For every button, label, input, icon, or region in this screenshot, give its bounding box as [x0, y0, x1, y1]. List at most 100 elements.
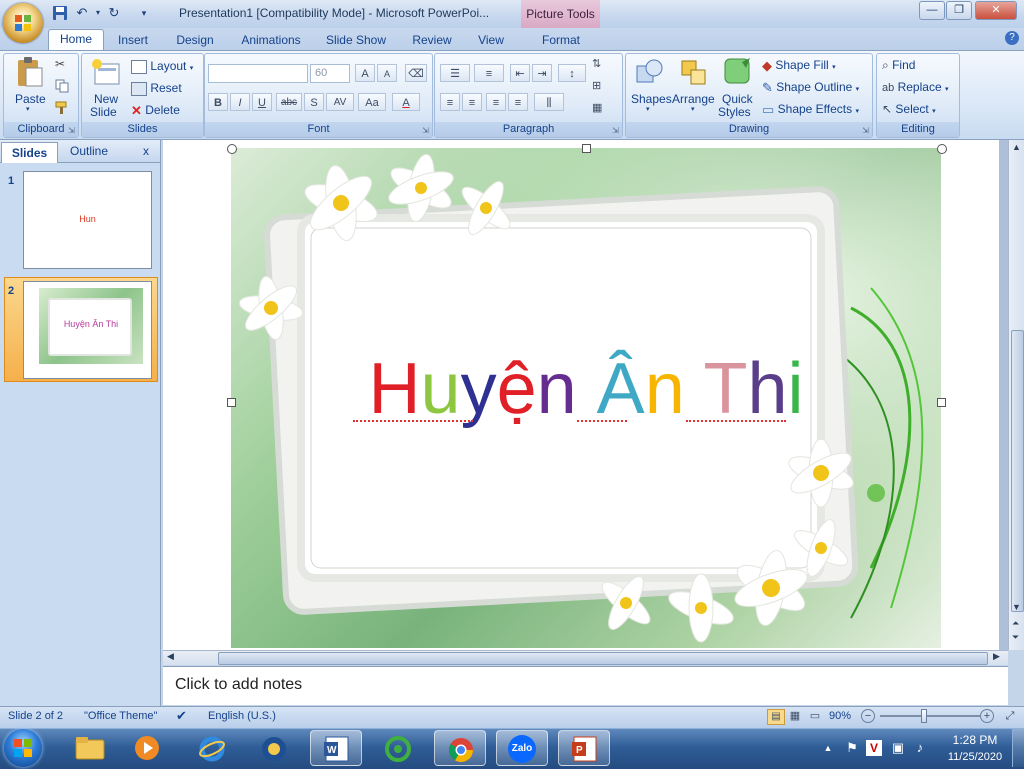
font-color-button[interactable]: A: [392, 93, 420, 111]
select-button[interactable]: ↖ Select ▾: [882, 99, 954, 119]
next-slide-icon[interactable]: ⏷: [1012, 632, 1019, 643]
align-right-icon[interactable]: ≡: [486, 93, 506, 111]
slide-thumbnail-2[interactable]: Huyện Ân Thi: [23, 281, 152, 379]
bullets-icon[interactable]: ☰: [440, 64, 470, 82]
tab-insert[interactable]: Insert: [110, 31, 156, 50]
dialog-launcher-icon[interactable]: ⇲: [67, 126, 76, 135]
dialog-launcher-icon[interactable]: ⇲: [861, 126, 870, 135]
show-desktop-button[interactable]: [1012, 729, 1024, 767]
zoom-slider-thumb[interactable]: [921, 709, 928, 723]
strikethrough-button[interactable]: abc: [276, 93, 302, 111]
scroll-thumb[interactable]: [1011, 330, 1024, 612]
undo-dropdown-icon[interactable]: ▾: [90, 5, 106, 21]
resize-handle[interactable]: [937, 398, 946, 407]
network-icon[interactable]: ▣: [890, 740, 906, 756]
coccoc-taskbar-button[interactable]: [372, 730, 424, 766]
resize-handle[interactable]: [227, 144, 237, 154]
scroll-up-icon[interactable]: ▲: [1012, 142, 1021, 152]
paste-button[interactable]: Paste ▾: [12, 56, 48, 113]
shape-effects-button[interactable]: ▭ Shape Effects ▾: [762, 99, 870, 119]
spell-check-icon[interactable]: ✔: [176, 708, 187, 724]
delete-button[interactable]: ✕ Delete: [131, 100, 199, 120]
explorer-taskbar-button[interactable]: [64, 730, 116, 766]
smartart-icon[interactable]: ▦: [592, 101, 614, 117]
character-spacing-button[interactable]: AV: [326, 93, 354, 111]
decrease-indent-icon[interactable]: ⇤: [510, 64, 530, 82]
tab-animations[interactable]: Animations: [236, 31, 306, 50]
font-size-combo[interactable]: 60: [310, 64, 350, 83]
replace-button[interactable]: ab Replace ▾: [882, 77, 956, 97]
italic-button[interactable]: I: [230, 93, 250, 111]
dialog-launcher-icon[interactable]: ⇲: [611, 126, 620, 135]
shape-fill-button[interactable]: ◆ Shape Fill ▾: [762, 55, 870, 75]
zoom-out-icon[interactable]: −: [861, 709, 875, 723]
show-hidden-icons[interactable]: ▲: [820, 740, 836, 756]
columns-icon[interactable]: ⫼: [534, 93, 564, 111]
clock-date[interactable]: 11/25/2020: [940, 751, 1010, 763]
tab-slide-show[interactable]: Slide Show: [322, 31, 390, 50]
close-panel-icon[interactable]: x: [143, 144, 155, 158]
action-center-flag-icon[interactable]: ⚑: [844, 740, 860, 756]
scroll-left-icon[interactable]: ◀: [167, 651, 174, 662]
media-player-taskbar-button[interactable]: [122, 730, 174, 766]
customize-qat-icon[interactable]: ▾: [136, 5, 152, 21]
cut-icon[interactable]: ✂: [55, 57, 69, 71]
chrome-taskbar-button[interactable]: [434, 730, 486, 766]
notes-placeholder[interactable]: Click to add notes: [175, 676, 302, 694]
office-button[interactable]: [3, 3, 43, 43]
close-button[interactable]: ✕: [975, 1, 1017, 20]
normal-view-icon[interactable]: ▤: [767, 709, 785, 725]
tab-review[interactable]: Review: [408, 31, 456, 50]
align-center-icon[interactable]: ≡: [462, 93, 482, 111]
numbering-icon[interactable]: ≡: [474, 64, 504, 82]
save-icon[interactable]: [52, 5, 68, 21]
zoom-level[interactable]: 90%: [829, 710, 851, 722]
slide-thumbnail-1[interactable]: Hun: [23, 171, 152, 269]
underline-button[interactable]: U: [252, 93, 272, 111]
shapes-button[interactable]: Shapes ▾: [629, 56, 672, 116]
powerpoint-taskbar-button[interactable]: P: [558, 730, 610, 766]
zalo-taskbar-button[interactable]: Zalo: [496, 730, 548, 766]
tab-slides[interactable]: Slides: [1, 142, 58, 163]
text-direction-icon[interactable]: ⇅: [592, 57, 614, 73]
tab-view[interactable]: View: [472, 31, 510, 50]
justify-icon[interactable]: ≡: [508, 93, 528, 111]
help-icon[interactable]: ?: [1005, 31, 1019, 45]
arrange-button[interactable]: Arrange ▾: [672, 56, 716, 116]
shrink-font-button[interactable]: A: [377, 64, 397, 82]
slide-show-icon[interactable]: ▭: [807, 709, 823, 723]
maximize-button[interactable]: ❐: [946, 1, 972, 20]
scroll-thumb[interactable]: [218, 652, 988, 665]
clear-formatting-icon[interactable]: ⌫: [405, 64, 427, 82]
layout-button[interactable]: Layout ▾: [131, 56, 199, 76]
internet-explorer-taskbar-button[interactable]: [186, 730, 238, 766]
slide-sorter-icon[interactable]: ▦: [787, 709, 803, 723]
line-spacing-icon[interactable]: ↕: [558, 64, 586, 82]
zoom-in-icon[interactable]: +: [980, 709, 994, 723]
fit-to-window-icon[interactable]: ⤢: [1002, 709, 1018, 723]
media-center-taskbar-button[interactable]: [248, 730, 300, 766]
zoom-slider[interactable]: [880, 715, 980, 717]
tab-home[interactable]: Home: [48, 29, 104, 51]
copy-icon[interactable]: [55, 79, 69, 93]
font-name-combo[interactable]: [208, 64, 308, 83]
clock-time[interactable]: 1:28 PM: [951, 733, 999, 747]
undo-icon[interactable]: ↶: [74, 5, 90, 21]
align-text-icon[interactable]: ⊞: [592, 79, 614, 95]
start-button[interactable]: [4, 729, 42, 767]
bold-button[interactable]: B: [208, 93, 228, 111]
align-left-icon[interactable]: ≡: [440, 93, 460, 111]
quick-styles-button[interactable]: Quick Styles: [718, 56, 758, 119]
format-painter-icon[interactable]: [55, 101, 69, 115]
text-shadow-button[interactable]: S: [304, 93, 324, 111]
horizontal-scrollbar[interactable]: ◀ ▶: [163, 650, 1008, 665]
change-case-button[interactable]: Aa: [358, 93, 386, 111]
slide-picture[interactable]: Huyện Ân Thi: [231, 148, 941, 648]
dialog-launcher-icon[interactable]: ⇲: [421, 126, 430, 135]
word-taskbar-button[interactable]: W: [310, 730, 362, 766]
find-button[interactable]: ⌕ Find: [882, 55, 954, 75]
reset-button[interactable]: Reset: [131, 78, 199, 98]
resize-handle[interactable]: [937, 144, 947, 154]
minimize-button[interactable]: —: [919, 1, 945, 20]
vertical-scrollbar[interactable]: ▲ ▼ ⏶ ⏷: [1008, 140, 1024, 650]
